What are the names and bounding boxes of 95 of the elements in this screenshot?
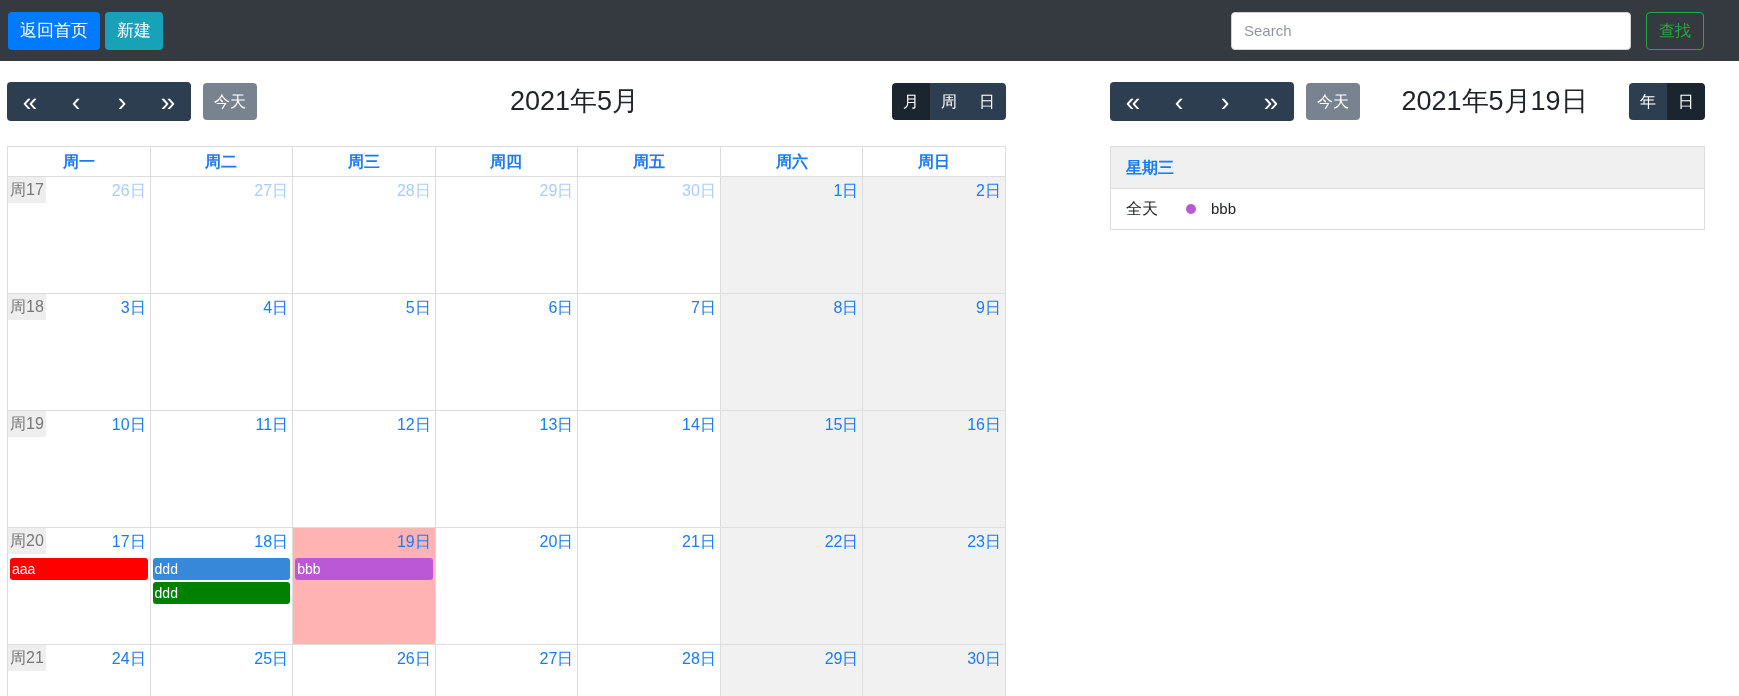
day-cell[interactable]: 15日 bbox=[720, 411, 864, 528]
day-number: 28日 bbox=[682, 649, 717, 667]
search-field[interactable]: Search bbox=[1231, 11, 1631, 50]
week-number: 周21 bbox=[8, 645, 46, 671]
day-cell[interactable]: 6日 bbox=[435, 294, 579, 411]
day-cell[interactable]: 30日 bbox=[863, 645, 1006, 696]
day-cell[interactable]: 7日 bbox=[578, 294, 721, 411]
day-number: 4日 bbox=[263, 298, 290, 316]
all-day-label: 全天 bbox=[1126, 199, 1159, 219]
nav-button[interactable]: 新建 bbox=[105, 11, 163, 50]
day-number: 13日 bbox=[539, 415, 575, 433]
day-number: 8日 bbox=[833, 298, 860, 316]
nav-arrow-button[interactable]: ‹ bbox=[53, 82, 99, 121]
event-bar[interactable]: bbb bbox=[295, 558, 433, 580]
day-number: 1日 bbox=[833, 181, 860, 199]
day-number: 6日 bbox=[548, 298, 575, 316]
day-cell[interactable]: 1日 bbox=[720, 177, 864, 294]
view-tab[interactable]: 周 bbox=[930, 83, 968, 120]
week-number: 周18 bbox=[8, 294, 46, 320]
day-number: 25日 bbox=[254, 649, 290, 667]
day-cell[interactable]: 14日 bbox=[578, 411, 721, 528]
today-button[interactable]: 今天 bbox=[1306, 83, 1360, 120]
day-number: 26日 bbox=[111, 181, 147, 199]
nav-arrow-button[interactable]: » bbox=[1248, 82, 1294, 121]
event-bar[interactable]: aaa bbox=[10, 558, 148, 580]
day-cell[interactable]: 11日 bbox=[150, 411, 294, 528]
today-button[interactable]: 今天 bbox=[203, 83, 257, 120]
day-cell[interactable]: 2日 bbox=[863, 177, 1006, 294]
nav-arrow-button[interactable]: › bbox=[99, 82, 145, 121]
day-number: 7日 bbox=[690, 298, 717, 316]
day-cell[interactable]: 16日 bbox=[863, 411, 1006, 528]
day-cell[interactable]: 20日 bbox=[435, 528, 579, 645]
day-number: 11日 bbox=[255, 415, 290, 433]
day-number: 24日 bbox=[111, 649, 147, 667]
view-tab[interactable]: 月 bbox=[892, 83, 930, 120]
day-cell[interactable]: 4日 bbox=[150, 294, 294, 411]
day-number: 12日 bbox=[396, 415, 432, 433]
day-number: 28日 bbox=[396, 181, 432, 199]
day-number: 27日 bbox=[539, 649, 575, 667]
day-number: 30日 bbox=[682, 181, 717, 199]
day-number: 29日 bbox=[539, 181, 575, 199]
view-tab[interactable]: 年 bbox=[1629, 83, 1667, 120]
day-number: 15日 bbox=[824, 415, 860, 433]
week-number: 周20 bbox=[8, 528, 46, 554]
day-cell[interactable]: 13日 bbox=[435, 411, 579, 528]
day-number: 5日 bbox=[405, 298, 432, 316]
nav-arrow-button[interactable]: « bbox=[7, 82, 53, 121]
day-cell[interactable]: 21日 bbox=[578, 528, 721, 645]
calendar-title: 2021年5月19日 bbox=[1400, 85, 1589, 119]
day-number: 20日 bbox=[539, 532, 575, 550]
day-number: 30日 bbox=[967, 649, 1002, 667]
nav-arrow-button[interactable]: » bbox=[145, 82, 191, 121]
view-tab[interactable]: 日 bbox=[968, 83, 1006, 120]
day-number: 19日 bbox=[396, 532, 432, 550]
event-bar[interactable]: ddd bbox=[152, 558, 291, 580]
day-cell[interactable]: 23日 bbox=[863, 528, 1006, 645]
nav-arrow-button[interactable]: « bbox=[1110, 82, 1156, 121]
week-number: 周19 bbox=[8, 411, 46, 437]
day-cell[interactable]: 29日 bbox=[720, 645, 864, 696]
day-number: 2日 bbox=[976, 181, 1002, 199]
day-number: 27日 bbox=[254, 181, 290, 199]
day-number: 22日 bbox=[824, 532, 860, 550]
day-number: 3日 bbox=[120, 298, 147, 316]
day-number: 29日 bbox=[824, 649, 860, 667]
event-title[interactable]: bbb bbox=[1211, 197, 1237, 221]
day-number: 17日 bbox=[111, 532, 147, 550]
day-number: 23日 bbox=[967, 532, 1002, 550]
calendar-title: 2021年5月 bbox=[508, 85, 641, 119]
day-number: 9日 bbox=[976, 298, 1002, 316]
day-cell[interactable]: 9日 bbox=[863, 294, 1006, 411]
day-cell[interactable]: 18日 ddd ddd bbox=[150, 528, 294, 645]
day-cell[interactable]: 周19 10日 bbox=[8, 411, 151, 528]
nav-button[interactable]: 返回首页 bbox=[8, 11, 100, 50]
day-number: 18日 bbox=[254, 532, 290, 550]
nav-arrow-button[interactable]: ‹ bbox=[1156, 82, 1202, 121]
day-cell[interactable]: 5日 bbox=[293, 294, 436, 411]
nav-arrow-button[interactable]: › bbox=[1202, 82, 1248, 121]
day-cell[interactable]: 周17 26日 bbox=[8, 177, 151, 294]
search-button[interactable]: 查找 bbox=[1646, 11, 1704, 50]
day-cell[interactable]: 19日 bbb bbox=[293, 528, 436, 645]
day-cell[interactable]: 22日 bbox=[720, 528, 864, 645]
day-number: 14日 bbox=[682, 415, 717, 433]
day-cell[interactable]: 周18 3日 bbox=[8, 294, 151, 411]
day-cell[interactable]: 周21 24日 bbox=[8, 645, 151, 696]
day-number: 21日 bbox=[682, 532, 717, 550]
day-cell[interactable]: 12日 bbox=[293, 411, 436, 528]
weekday-header: 星期三 bbox=[1126, 157, 1174, 178]
day-number: 16日 bbox=[967, 415, 1002, 433]
day-cell[interactable]: 8日 bbox=[720, 294, 864, 411]
day-cell[interactable]: 周20 17日 aaa bbox=[8, 528, 151, 645]
day-number: 26日 bbox=[396, 649, 432, 667]
day-number: 10日 bbox=[111, 415, 147, 433]
view-tab[interactable]: 日 bbox=[1667, 83, 1705, 120]
event-bar[interactable]: ddd bbox=[152, 582, 291, 604]
week-number: 周17 bbox=[8, 177, 46, 203]
